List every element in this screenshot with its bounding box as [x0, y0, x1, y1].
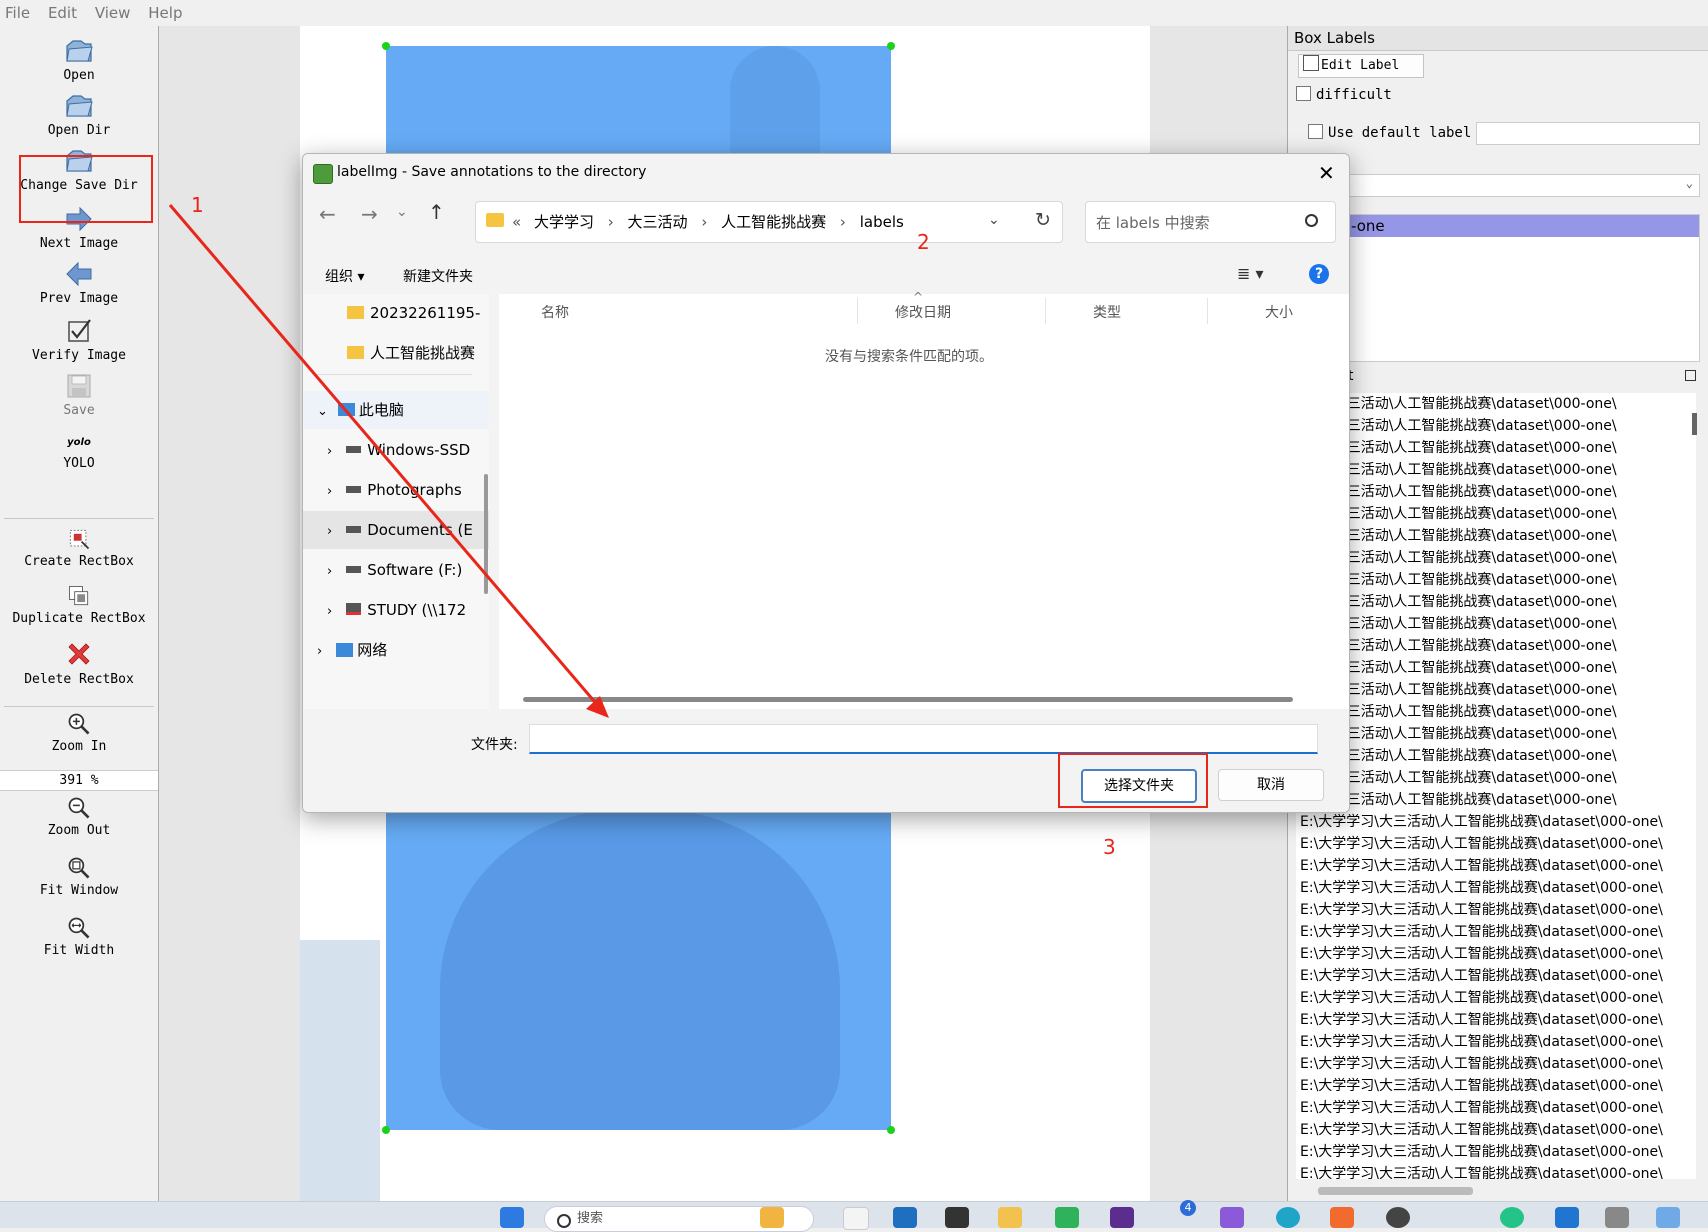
annotation-arrow [168, 204, 609, 718]
arrowhead-icon [586, 696, 609, 718]
